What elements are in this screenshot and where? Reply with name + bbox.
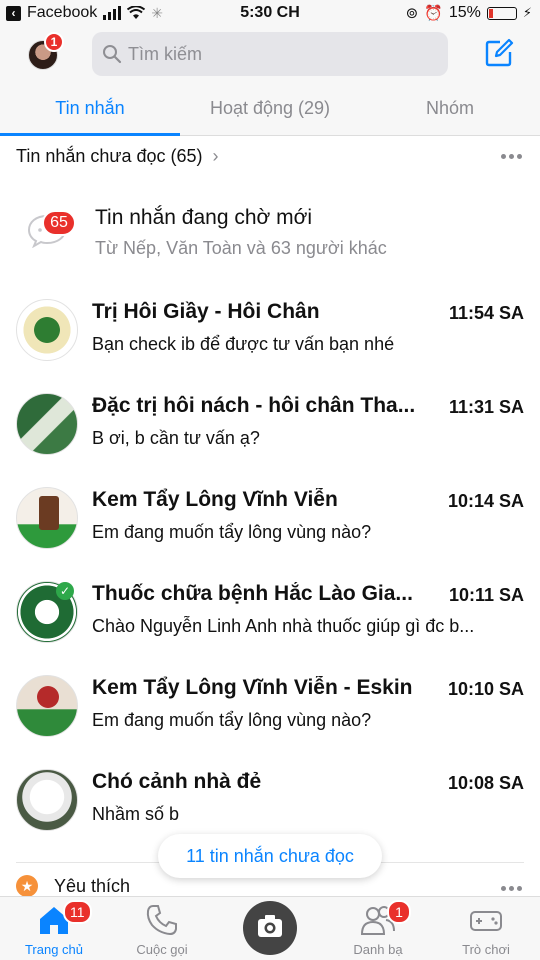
nav-camera[interactable]: [216, 897, 324, 960]
camera-icon: [258, 915, 282, 937]
conversation-avatar: [16, 487, 78, 549]
conversation-avatar: [16, 675, 78, 737]
more-options-icon[interactable]: [501, 153, 522, 159]
battery-icon: [486, 6, 517, 20]
conversation-message: Chào Nguyễn Linh Anh nhà thuốc giúp gì đ…: [92, 616, 475, 636]
nav-contacts-label: Danh bạ: [353, 942, 403, 957]
conversation-name: Kem Tẩy Lông Vĩnh Viễn: [92, 488, 338, 511]
nav-calls-label: Cuộc gọi: [136, 942, 188, 957]
nav-calls[interactable]: Cuộc gọi: [108, 897, 216, 960]
avatar-badge: 1: [44, 32, 64, 52]
status-right: ⊚ ⏰ 15% ⚡: [406, 4, 532, 22]
conversation-name: Kem Tẩy Lông Vĩnh Viễn - Eskin: [92, 676, 413, 699]
conversation-time: 11:54 SA: [448, 303, 524, 323]
star-icon: ★: [16, 875, 38, 897]
favorites-more-icon[interactable]: [501, 886, 522, 891]
search-icon: [103, 45, 122, 64]
favorites-section-header[interactable]: ★ Yêu thích: [16, 874, 130, 898]
conversation-time: 10:10 SA: [447, 679, 524, 699]
nav-games[interactable]: Trò chơi: [432, 897, 540, 960]
conversation-avatar: [16, 299, 78, 361]
conversation-time: 10:11 SA: [448, 585, 524, 605]
gamepad-icon: [470, 911, 502, 931]
conversation-message: Bạn check ib để được tư vấn bạn nhé: [92, 334, 395, 354]
tab-bar: Tin nhắn Hoạt động (29) Nhóm: [0, 80, 540, 136]
phone-icon: [146, 905, 177, 936]
search-bar[interactable]: [92, 32, 448, 76]
unread-messages-pill[interactable]: 11 tin nhắn chưa đọc: [158, 834, 382, 878]
conversation-name: Đặc trị hôi nách - hôi chân Tha...: [92, 394, 416, 417]
conversation-message: Em đang muốn tẩy lông vùng nào?: [92, 710, 372, 730]
charging-icon: ⚡: [522, 5, 532, 20]
home-badge: 11: [63, 900, 92, 924]
tab-groups[interactable]: Nhóm: [360, 80, 540, 135]
conversation-name: Thuốc chữa bệnh Hắc Lào Gia...: [92, 582, 413, 605]
pending-requests-row[interactable]: 65 Tin nhắn đang chờ mới Từ Nếp, Văn Toà…: [0, 188, 540, 274]
battery-percent: 15%: [448, 4, 481, 21]
camera-button[interactable]: [243, 901, 297, 955]
status-bar: ‹ Facebook ✳ 5:30 CH ⊚ ⏰ 15% ⚡: [0, 0, 540, 28]
conversation-avatar: [16, 769, 78, 831]
alarm-icon: ⏰: [424, 5, 443, 22]
conversation-row[interactable]: Kem Tẩy Lông Vĩnh Viễn - Eskin 10:10 SA …: [0, 658, 540, 752]
verified-icon: ✓: [56, 582, 74, 600]
conversation-name: Trị Hôi Giầy - Hôi Chân: [92, 300, 320, 323]
conversation-message: Nhầm số b: [92, 804, 180, 824]
conversation-name: Chó cảnh nhà đẻ: [92, 770, 262, 793]
conversation-time: 11:31 SA: [448, 397, 524, 417]
favorites-title: Yêu thích: [54, 875, 131, 896]
tab-activity[interactable]: Hoạt động (29): [180, 80, 360, 135]
top-header: 1: [0, 28, 540, 80]
conversation-avatar: [16, 393, 78, 455]
pending-subtitle: Từ Nếp, Văn Toàn và 63 người khác: [95, 238, 387, 258]
tab-messages[interactable]: Tin nhắn: [0, 80, 180, 136]
conversation-row[interactable]: Trị Hôi Giầy - Hôi Chân 11:54 SA Bạn che…: [0, 282, 540, 376]
contacts-badge: 1: [387, 900, 411, 924]
search-input[interactable]: [128, 43, 428, 65]
rotation-lock-icon: ⊚: [405, 5, 419, 22]
unread-section-header[interactable]: Tin nhắn chưa đọc (65) ›: [0, 136, 540, 176]
conversation-message: Em đang muốn tẩy lông vùng nào?: [92, 522, 372, 542]
nav-games-label: Trò chơi: [462, 942, 510, 957]
compose-icon[interactable]: [484, 38, 514, 68]
conversation-row[interactable]: Chó cảnh nhà đẻ 10:08 SA Nhầm số b: [0, 752, 540, 846]
nav-home[interactable]: 11 Trang chủ: [0, 897, 108, 960]
conversation-time: 10:08 SA: [447, 773, 524, 793]
conversation-message: B ơi, b cần tư vấn ạ?: [92, 428, 260, 448]
conversation-row[interactable]: Đặc trị hôi nách - hôi chân Tha... 11:31…: [0, 376, 540, 470]
nav-home-label: Trang chủ: [24, 942, 84, 957]
nav-contacts[interactable]: 1 Danh bạ: [324, 897, 432, 960]
pending-badge: 65: [42, 210, 76, 236]
unread-section-title: Tin nhắn chưa đọc (65): [16, 145, 203, 166]
conversation-time: 10:14 SA: [447, 491, 524, 511]
bottom-nav: 11 Trang chủ Cuộc gọi 1 Danh bạ Trò chơi: [0, 896, 540, 960]
conversation-row[interactable]: ✓ Thuốc chữa bệnh Hắc Lào Gia... 10:11 S…: [0, 564, 540, 658]
chevron-right-icon: ›: [212, 145, 219, 166]
pending-title: Tin nhắn đang chờ mới: [95, 206, 313, 229]
conversation-row[interactable]: Kem Tẩy Lông Vĩnh Viễn 10:14 SA Em đang …: [0, 470, 540, 564]
